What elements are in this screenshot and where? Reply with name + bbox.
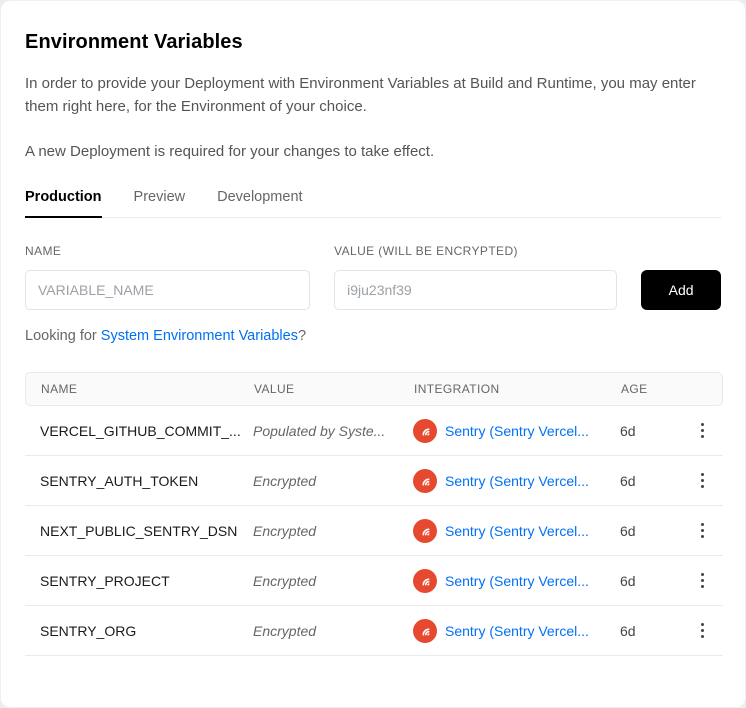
- variable-value: Encrypted: [253, 523, 413, 539]
- kebab-menu-icon[interactable]: [697, 569, 708, 592]
- variable-value: Encrypted: [253, 473, 413, 489]
- tab-preview[interactable]: Preview: [134, 189, 186, 217]
- sentry-logo-icon: [413, 619, 437, 643]
- integration-cell: Sentry (Sentry Vercel...: [413, 469, 620, 493]
- sentry-logo-icon: [413, 569, 437, 593]
- col-header-age: AGE: [621, 382, 681, 396]
- variable-name: SENTRY_ORG: [40, 623, 253, 639]
- table-row: SENTRY_PROJECT Encrypted Sentry (Sentry …: [25, 556, 723, 606]
- variable-name: SENTRY_PROJECT: [40, 573, 253, 589]
- variable-value: Populated by Syste...: [253, 423, 413, 439]
- kebab-menu-icon[interactable]: [697, 469, 708, 492]
- variable-age: 6d: [620, 423, 680, 439]
- integration-link[interactable]: Sentry (Sentry Vercel...: [445, 623, 589, 639]
- env-variables-table: NAME VALUE INTEGRATION AGE VERCEL_GITHUB…: [25, 372, 723, 656]
- name-field-label: NAME: [25, 244, 310, 258]
- hint-prefix: Looking for: [25, 328, 101, 344]
- variable-age: 6d: [620, 523, 680, 539]
- variable-name: VERCEL_GITHUB_COMMIT_...: [40, 423, 253, 439]
- integration-link[interactable]: Sentry (Sentry Vercel...: [445, 423, 589, 439]
- col-header-value: VALUE: [254, 382, 414, 396]
- integration-link[interactable]: Sentry (Sentry Vercel...: [445, 523, 589, 539]
- environment-tabs: Production Preview Development: [25, 189, 721, 218]
- integration-cell: Sentry (Sentry Vercel...: [413, 419, 620, 443]
- variable-name-input[interactable]: [25, 270, 310, 310]
- sentry-logo-icon: [413, 419, 437, 443]
- integration-cell: Sentry (Sentry Vercel...: [413, 619, 620, 643]
- variable-value: Encrypted: [253, 623, 413, 639]
- variable-age: 6d: [620, 623, 680, 639]
- table-row: VERCEL_GITHUB_COMMIT_... Populated by Sy…: [25, 406, 723, 456]
- environment-variables-panel: Environment Variables In order to provid…: [0, 0, 746, 708]
- integration-cell: Sentry (Sentry Vercel...: [413, 569, 620, 593]
- table-row: SENTRY_ORG Encrypted Sentry (Sentry Verc…: [25, 606, 723, 656]
- variable-value: Encrypted: [253, 573, 413, 589]
- integration-link[interactable]: Sentry (Sentry Vercel...: [445, 573, 589, 589]
- col-header-name: NAME: [41, 382, 254, 396]
- kebab-menu-icon[interactable]: [697, 419, 708, 442]
- integration-cell: Sentry (Sentry Vercel...: [413, 519, 620, 543]
- hint-suffix: ?: [298, 328, 306, 344]
- sentry-logo-icon: [413, 519, 437, 543]
- value-field-label: VALUE (WILL BE ENCRYPTED): [334, 244, 617, 258]
- add-button[interactable]: Add: [641, 270, 721, 310]
- variable-age: 6d: [620, 473, 680, 489]
- table-row: SENTRY_AUTH_TOKEN Encrypted Sentry (Sent…: [25, 456, 723, 506]
- col-header-integration: INTEGRATION: [414, 382, 621, 396]
- tab-production[interactable]: Production: [25, 189, 102, 217]
- system-env-vars-hint: Looking for System Environment Variables…: [25, 328, 721, 344]
- page-title: Environment Variables: [25, 31, 721, 54]
- integration-link[interactable]: Sentry (Sentry Vercel...: [445, 473, 589, 489]
- sentry-logo-icon: [413, 469, 437, 493]
- description-paragraph: In order to provide your Deployment with…: [25, 72, 705, 118]
- variable-name: NEXT_PUBLIC_SENTRY_DSN: [40, 523, 253, 539]
- table-header-row: NAME VALUE INTEGRATION AGE: [25, 372, 723, 406]
- table-body: VERCEL_GITHUB_COMMIT_... Populated by Sy…: [25, 406, 723, 656]
- tab-development[interactable]: Development: [217, 189, 302, 217]
- table-row: NEXT_PUBLIC_SENTRY_DSN Encrypted Sentry …: [25, 506, 723, 556]
- add-variable-form: NAME VALUE (WILL BE ENCRYPTED) Add: [25, 244, 721, 310]
- variable-value-input[interactable]: [334, 270, 617, 310]
- variable-age: 6d: [620, 573, 680, 589]
- kebab-menu-icon[interactable]: [697, 619, 708, 642]
- system-env-vars-link[interactable]: System Environment Variables: [101, 328, 298, 344]
- kebab-menu-icon[interactable]: [697, 519, 708, 542]
- deployment-note: A new Deployment is required for your ch…: [25, 140, 721, 163]
- variable-name: SENTRY_AUTH_TOKEN: [40, 473, 253, 489]
